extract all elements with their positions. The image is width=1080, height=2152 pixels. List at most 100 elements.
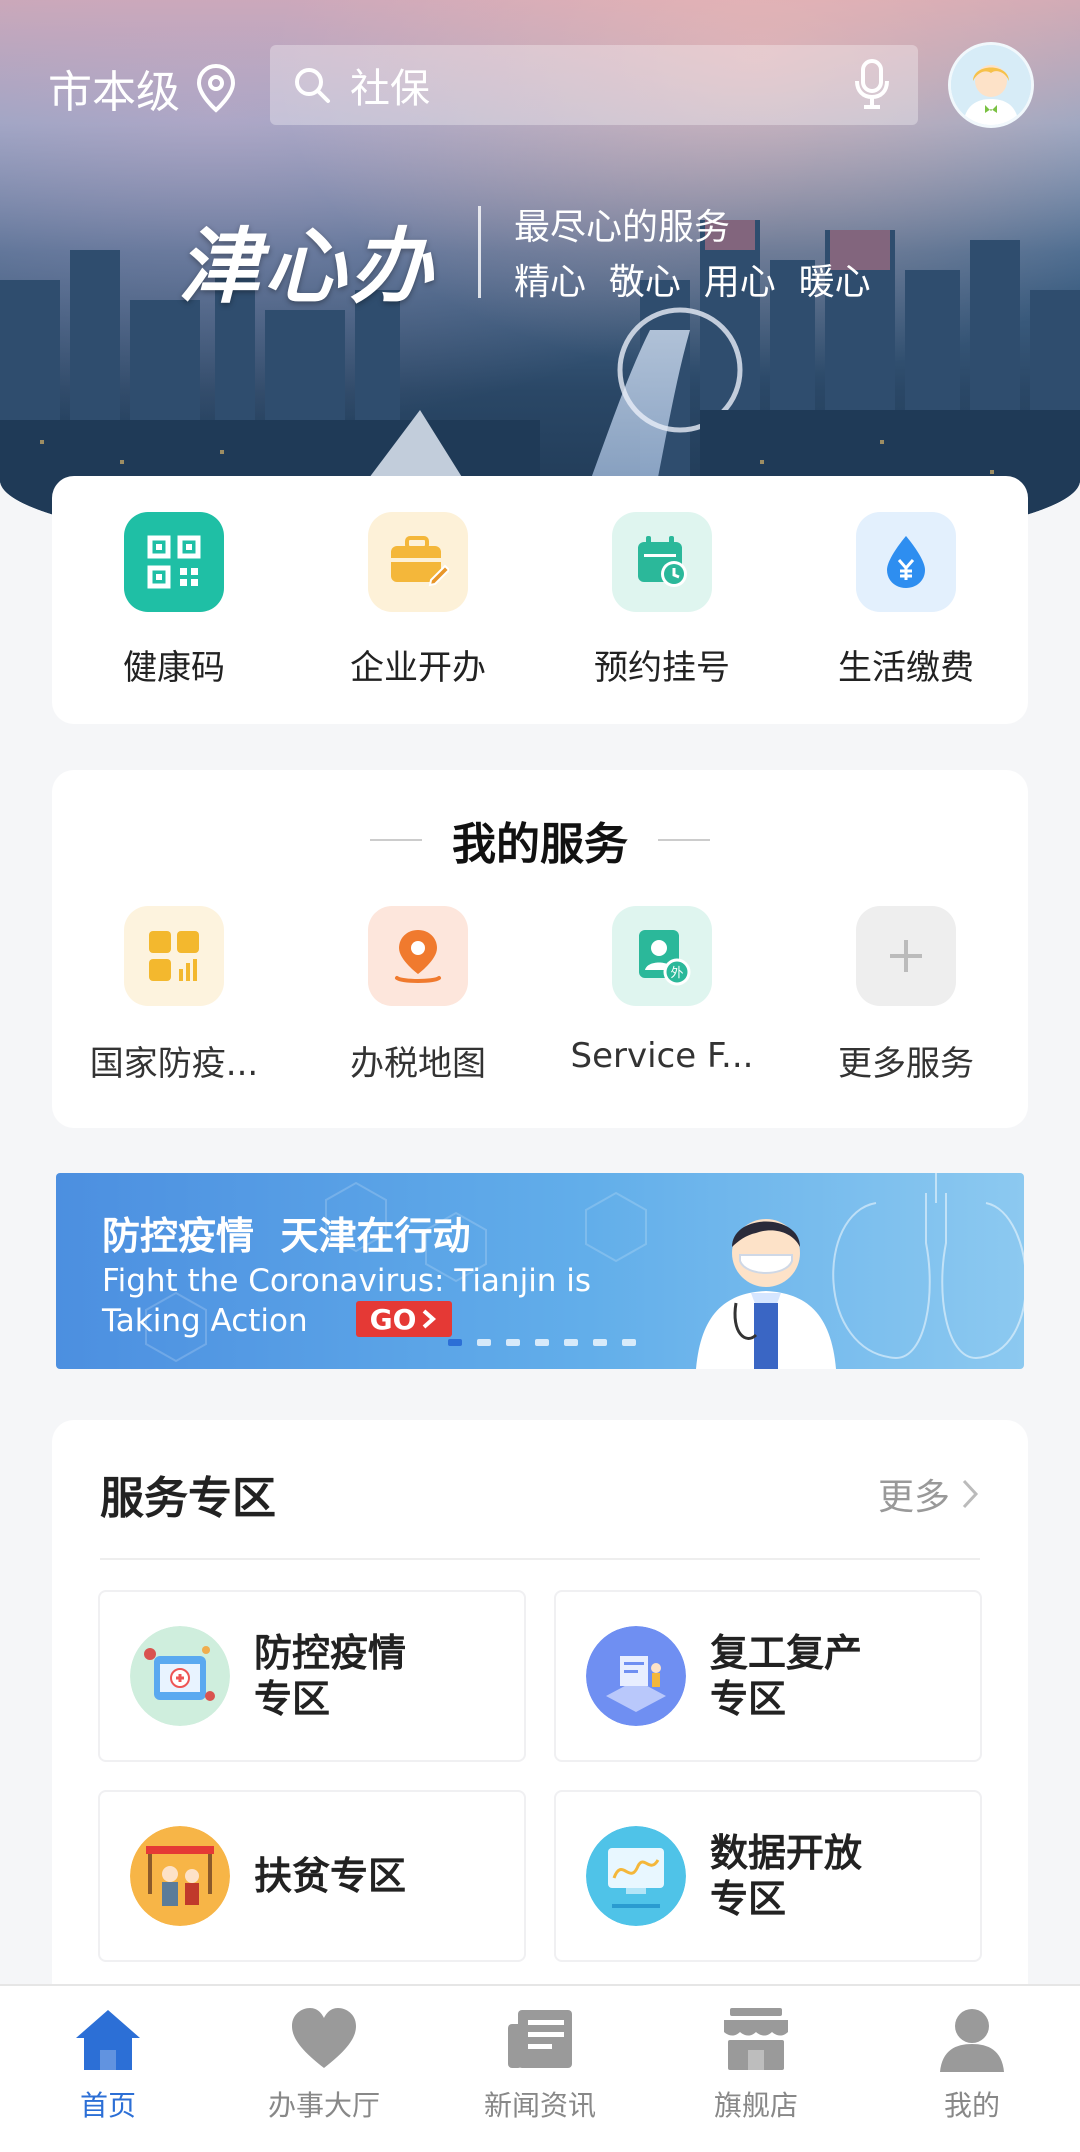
location-pin-icon [196, 63, 236, 113]
my-services-heading: 我的服务 [52, 808, 1028, 872]
zone-tile-open-data[interactable]: 数据开放 专区 [554, 1790, 982, 1962]
search-placeholder: 社保 [350, 66, 430, 112]
quick-actions-card: 健康码 企业开办 预约挂号 生活缴费 [52, 476, 1028, 724]
promo-banner[interactable]: 防控疫情 天津在行动 Fight the Coronavirus: Tianji… [56, 1173, 1024, 1369]
plus-icon [856, 906, 956, 1006]
location-selector[interactable]: 市本级 [48, 58, 238, 118]
zone-tile-line1: 防控疫情 [254, 1631, 407, 1675]
heart-icon [292, 2008, 356, 2068]
my-services-card: 我的服务 国家防疫... 办税地图 外 Service F... 更多服务 [52, 770, 1028, 1128]
foreigner-card-icon: 外 [612, 906, 712, 1006]
zone-tile-line1: 数据开放 [710, 1831, 863, 1875]
zone-tile-label: 复工复产 专区 [710, 1630, 862, 1722]
slogan-line1: 最尽心的服务 [514, 207, 731, 248]
tab-service-hall[interactable]: 办事大厅 [216, 1986, 432, 2152]
more-label: 更多 [877, 1477, 950, 1518]
tab-label: 首页 [79, 2089, 136, 2122]
service-label: Service F... [570, 1036, 754, 1076]
carousel-dot[interactable] [564, 1339, 578, 1346]
carousel-dot[interactable] [477, 1339, 491, 1346]
slogan: 最尽心的服务 精心 敬心 用心 暖心 [514, 200, 871, 310]
doctor-illustration [696, 1219, 836, 1369]
service-epidemic-platform[interactable]: 国家防疫... [52, 906, 296, 1085]
quick-action-label: 企业开办 [350, 648, 486, 688]
heading-divider-left [370, 839, 422, 841]
zone-tile-label: 数据开放 专区 [710, 1830, 862, 1922]
carousel-dot[interactable] [593, 1339, 607, 1346]
person-icon [940, 2009, 1004, 2072]
qr-code-icon [124, 512, 224, 612]
quick-action-health-code[interactable]: 健康码 [52, 512, 296, 689]
resume-work-zone-icon [586, 1626, 686, 1726]
carousel-dot[interactable] [448, 1339, 462, 1346]
service-label: 更多服务 [838, 1044, 974, 1084]
dashboard-grid-icon [124, 906, 224, 1006]
map-pin-icon [368, 906, 468, 1006]
tab-label: 我的 [943, 2089, 1000, 2122]
zone-tile-line1: 复工复产 [710, 1631, 863, 1675]
avatar[interactable] [948, 42, 1034, 128]
zone-tile-resume-work[interactable]: 复工复产 专区 [554, 1590, 982, 1762]
zone-tile-line2: 专区 [710, 1677, 787, 1721]
quick-action-appointment[interactable]: 预约挂号 [540, 512, 784, 689]
brand-divider [478, 206, 481, 298]
bottom-tab-bar: 首页 办事大厅 新闻资讯 旗舰店 我的 [0, 1984, 1080, 2152]
newspaper-icon [508, 2010, 572, 2068]
carousel-dot[interactable] [506, 1339, 520, 1346]
service-foreigners[interactable]: 外 Service F... [540, 906, 784, 1085]
zone-tile-label: 防控疫情 专区 [254, 1630, 406, 1722]
slogan-line2: 精心 敬心 用心 暖心 [514, 262, 871, 303]
epidemic-zone-icon [130, 1626, 230, 1726]
carousel-indicator [448, 1339, 636, 1346]
service-label: 办税地图 [350, 1044, 486, 1084]
carousel-dot[interactable] [535, 1339, 549, 1346]
service-zone-title: 服务专区 [100, 1473, 276, 1524]
search-input[interactable]: 社保 [270, 45, 918, 125]
tab-home[interactable]: 首页 [0, 1986, 216, 2152]
chevron-right-icon [962, 1479, 979, 1509]
location-label: 市本级 [48, 67, 180, 118]
quick-action-utility-payment[interactable]: 生活缴费 [784, 512, 1028, 689]
go-label: GO [369, 1302, 417, 1336]
zone-tile-line2: 专区 [254, 1677, 331, 1721]
brand-logo: 津心办 [178, 219, 436, 315]
zone-tile-label: 扶贫专区 [254, 1853, 406, 1899]
poverty-alleviation-zone-icon [130, 1826, 230, 1926]
tab-label: 新闻资讯 [483, 2089, 596, 2122]
zone-tile-epidemic[interactable]: 防控疫情 专区 [98, 1590, 526, 1762]
briefcase-icon [368, 512, 468, 612]
service-zone-divider [100, 1558, 980, 1560]
home-icon [76, 2010, 140, 2070]
search-icon [295, 68, 330, 103]
water-drop-yuan-icon [856, 512, 956, 612]
service-more[interactable]: 更多服务 [784, 906, 1028, 1085]
banner-title: 防控疫情 天津在行动 [102, 1214, 471, 1258]
banner-go-button[interactable]: GO [356, 1301, 452, 1337]
svg-text:外: 外 [670, 966, 683, 981]
microphone-icon[interactable] [854, 59, 890, 111]
tab-label: 旗舰店 [713, 2089, 798, 2122]
tab-label: 办事大厅 [267, 2089, 380, 2122]
heading-divider-right [658, 839, 710, 841]
tab-profile[interactable]: 我的 [864, 1986, 1080, 2152]
store-icon [724, 2008, 788, 2070]
quick-action-label: 健康码 [123, 648, 225, 688]
tab-news[interactable]: 新闻资讯 [432, 1986, 648, 2152]
service-tax-map[interactable]: 办税地图 [296, 906, 540, 1085]
zone-tile-line2: 专区 [710, 1877, 787, 1921]
calendar-clock-icon [612, 512, 712, 612]
user-avatar-icon [951, 45, 1031, 125]
tab-flagship-store[interactable]: 旗舰店 [648, 1986, 864, 2152]
chevron-right-icon [423, 1309, 437, 1329]
carousel-dot[interactable] [622, 1339, 636, 1346]
service-zone-card: 服务专区 更多 防控疫情 专区 复工复产 专区 扶贫专区 数据开放 专区 [52, 1420, 1028, 2020]
zone-tile-poverty-alleviation[interactable]: 扶贫专区 [98, 1790, 526, 1962]
quick-action-label: 预约挂号 [594, 648, 730, 688]
service-label: 国家防疫... [89, 1044, 259, 1084]
quick-action-label: 生活缴费 [838, 648, 974, 688]
zone-tile-line1: 扶贫专区 [254, 1854, 407, 1898]
service-zone-more-link[interactable]: 更多 [878, 1468, 980, 1520]
open-data-zone-icon [586, 1826, 686, 1926]
quick-action-business-setup[interactable]: 企业开办 [296, 512, 540, 689]
my-services-title: 我的服务 [452, 819, 628, 870]
